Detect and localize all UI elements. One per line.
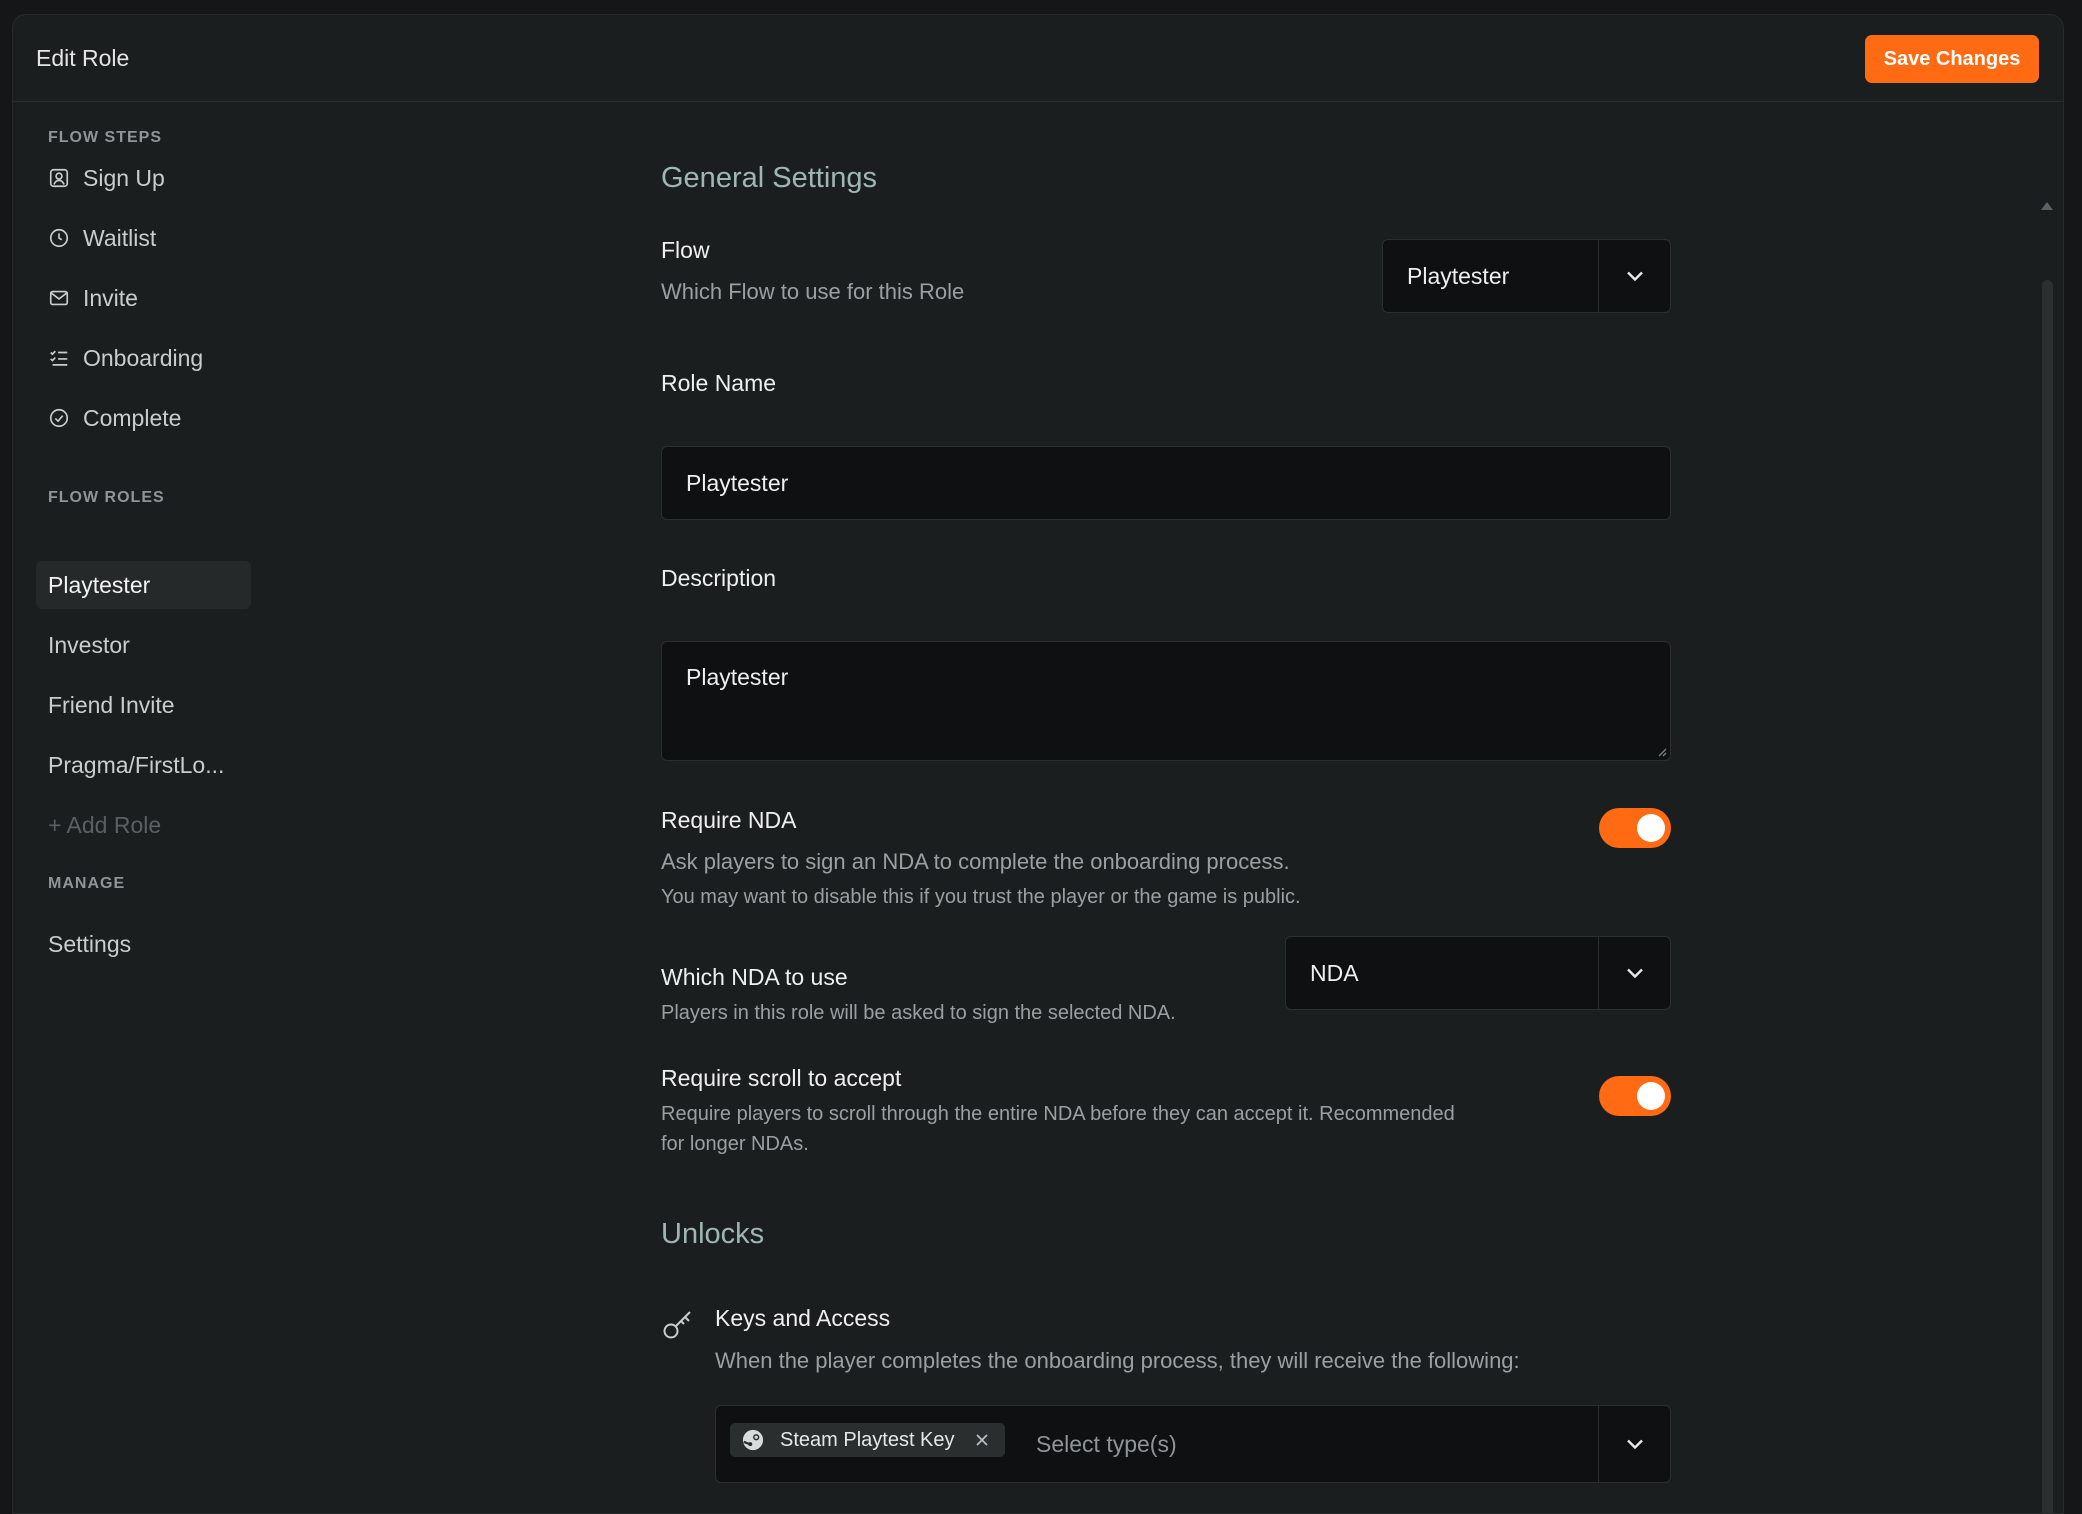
require-nda-label: Require NDA (661, 807, 797, 833)
flow-select-value: Playtester (1407, 262, 1510, 289)
unlocks-title: Unlocks (661, 1218, 765, 1250)
nda-select-value: NDA (1310, 959, 1359, 986)
general-settings-title: General Settings (661, 162, 878, 194)
main-content: General Settings Flow Which Flow to use … (13, 102, 2063, 1513)
description-textarea[interactable]: Playtester (661, 641, 1671, 761)
which-nda-label: Which NDA to use (661, 964, 848, 990)
tag-label: Steam Playtest Key (780, 1428, 955, 1451)
description-text: Playtester (686, 664, 789, 690)
selected-tag-steam-playtest-key: Steam Playtest Key (730, 1423, 1005, 1457)
page-title: Edit Role (36, 45, 130, 71)
app-window: Edit Role Save Changes FLOW STEPS Sign U… (12, 14, 2064, 1514)
resize-handle-icon[interactable] (1655, 745, 1667, 757)
chevron-down-icon[interactable] (1598, 937, 1670, 1009)
require-nda-note: You may want to disable this if you trus… (661, 886, 1301, 908)
require-scroll-description: Require players to scroll through the en… (661, 1103, 1455, 1125)
top-bar: Edit Role Save Changes (13, 15, 2063, 102)
remove-tag-icon[interactable] (973, 1431, 991, 1449)
require-nda-description: Ask players to sign an NDA to complete t… (661, 849, 1290, 874)
which-nda-description: Players in this role will be asked to si… (661, 1002, 1176, 1024)
require-scroll-label: Require scroll to accept (661, 1065, 902, 1091)
role-name-input[interactable]: Playtester (661, 446, 1671, 520)
nda-select[interactable]: NDA (1285, 936, 1671, 1010)
key-icon (661, 1307, 695, 1341)
role-name-label: Role Name (661, 370, 777, 396)
unlock-types-multiselect[interactable]: Steam Playtest Key Select type(s) (715, 1405, 1671, 1483)
chevron-down-icon[interactable] (1598, 1406, 1670, 1482)
keys-access-label: Keys and Access (715, 1305, 891, 1331)
toggle-knob (1637, 814, 1665, 842)
flow-description: Which Flow to use for this Role (661, 279, 965, 304)
description-label: Description (661, 565, 777, 591)
scrollbar[interactable] (2042, 280, 2053, 1513)
save-changes-button[interactable]: Save Changes (1865, 35, 2039, 83)
require-nda-toggle[interactable] (1599, 808, 1671, 848)
scroll-up-arrow-icon[interactable] (2041, 202, 2053, 210)
require-scroll-description-cont: for longer NDAs. (661, 1133, 809, 1155)
require-scroll-toggle[interactable] (1599, 1076, 1671, 1116)
steam-icon (742, 1429, 764, 1451)
keys-access-description: When the player completes the onboarding… (715, 1348, 1520, 1373)
flow-select[interactable]: Playtester (1382, 239, 1671, 313)
toggle-knob (1637, 1082, 1665, 1110)
flow-label: Flow (661, 237, 710, 263)
chevron-down-icon[interactable] (1598, 240, 1670, 312)
